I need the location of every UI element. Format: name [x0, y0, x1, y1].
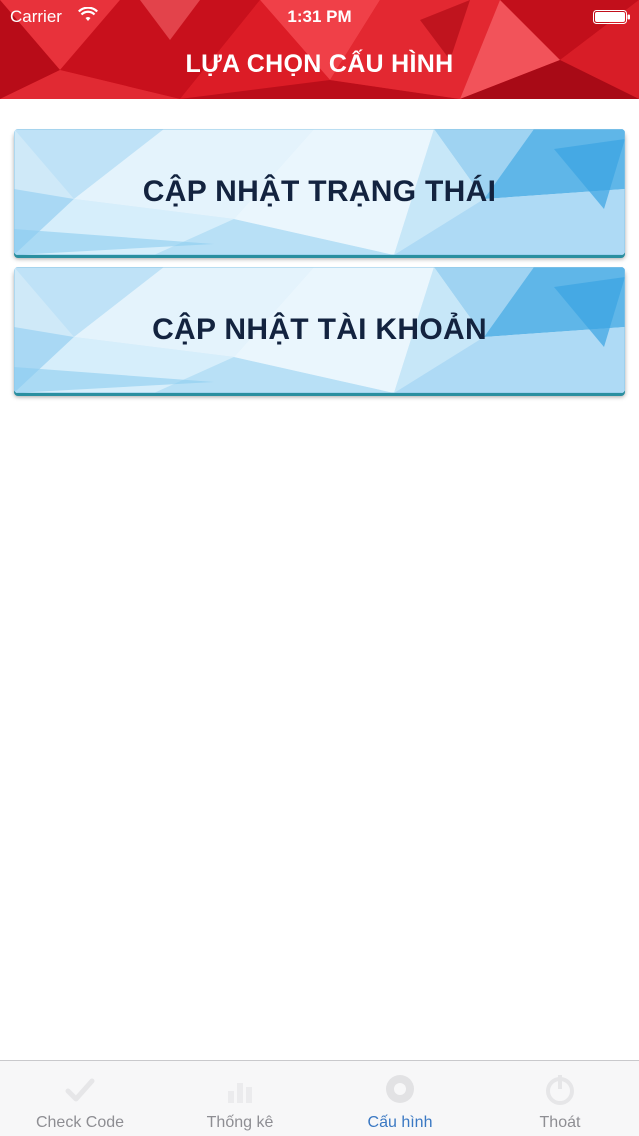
tab-label: Thoát [539, 1114, 581, 1131]
gear-icon [386, 1075, 414, 1103]
update-account-button[interactable]: CẬP NHẬT TÀI KHOẢN [14, 267, 625, 393]
tab-logout[interactable]: Thoát [480, 1061, 639, 1136]
status-bar: Carrier 1:31 PM [0, 0, 639, 34]
tab-check-code[interactable]: Check Code [0, 1061, 160, 1136]
tab-statistics[interactable]: Thống kê [160, 1061, 320, 1136]
logout-icon [546, 1075, 574, 1105]
battery-icon [593, 10, 630, 24]
tab-label: Thống kê [206, 1114, 274, 1131]
header-bar: Carrier 1:31 PM LỰA CHỌN CẤU HÌNH [0, 0, 639, 99]
page-title: LỰA CHỌN CẤU HÌNH [185, 50, 454, 78]
update-status-button[interactable]: CẬP NHẬT TRẠNG THÁI [14, 129, 625, 255]
checkmark-icon [65, 1078, 95, 1102]
update-account-label: CẬP NHẬT TÀI KHOẢN [152, 313, 487, 346]
status-time: 1:31 PM [287, 7, 352, 26]
tab-bar: Check Code Thống kê Cấu hình Thoát [0, 1060, 639, 1136]
tab-label: Cấu hình [367, 1114, 433, 1131]
tab-label: Check Code [35, 1114, 125, 1131]
chart-icon [228, 1083, 252, 1103]
tab-settings[interactable]: Cấu hình [320, 1061, 480, 1136]
update-status-label: CẬP NHẬT TRẠNG THÁI [142, 175, 497, 208]
